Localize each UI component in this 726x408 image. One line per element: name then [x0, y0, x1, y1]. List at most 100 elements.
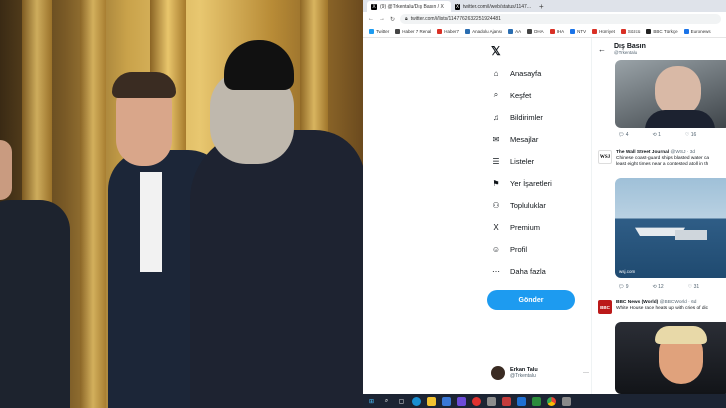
nav-item-anasayfa[interactable]: ⌂ Anasayfa: [491, 68, 542, 78]
account-switcher[interactable]: Erkan Talu @Trkentalu ···: [491, 366, 589, 380]
forward-icon[interactable]: →: [379, 16, 385, 22]
nav-item-daha-fazla[interactable]: ⋯ Daha fazla: [491, 266, 546, 276]
tweet-image[interactable]: wsj.com: [615, 178, 726, 278]
bookmark-icon: ⚑: [492, 178, 500, 188]
nav-item-label: Daha fazla: [510, 266, 546, 276]
nav-item-yer-i̇şaretleri[interactable]: ⚑ Yer İşaretleri: [491, 178, 552, 188]
tweet-image[interactable]: [615, 322, 726, 394]
app-icon[interactable]: [517, 396, 526, 406]
tweet-text: Chinese coast-guard ships blasted water …: [616, 156, 710, 167]
lock-icon: 🔒︎: [405, 16, 408, 22]
list-icon: ☰: [492, 156, 500, 166]
nav-item-label: Profil: [510, 244, 528, 254]
bookmark-item[interactable]: Haber7: [437, 29, 459, 34]
bookmark-item[interactable]: Twitter: [369, 29, 389, 34]
bookmark-favicon-icon: [549, 29, 555, 34]
new-tab-button[interactable]: +: [539, 2, 544, 11]
nav-item-mesajlar[interactable]: ✉ Mesajlar: [491, 134, 539, 144]
more-dots-icon[interactable]: ···: [583, 370, 589, 376]
bookmark-favicon-icon: [437, 29, 443, 34]
x-home-logo-icon[interactable]: 𝕏: [491, 44, 501, 58]
account-handle: @Trkentalu: [510, 373, 536, 379]
bookmark-item[interactable]: NTV: [570, 29, 586, 34]
start-icon[interactable]: ⊞: [367, 397, 376, 406]
retweet-button[interactable]: ⟲ 12: [653, 284, 664, 290]
wsj-avatar[interactable]: WSJ: [598, 150, 612, 164]
bookmark-item[interactable]: Haber 7 Renal: [395, 29, 431, 34]
browser-window: X (9) @Trkentalu/Dış Basın / X X twitter…: [363, 0, 726, 394]
store-icon[interactable]: [442, 396, 451, 406]
home-icon: ⌂: [493, 68, 499, 78]
like-button[interactable]: ♡ 31: [688, 284, 699, 290]
back-icon[interactable]: ←: [368, 16, 374, 22]
communities-icon: ⚇: [492, 200, 500, 210]
x-logo-icon: X: [371, 3, 377, 10]
tab-label: (9) @Trkentalu/Dış Basın / X: [380, 3, 444, 10]
bookmark-item[interactable]: Euronews: [683, 29, 711, 34]
nav-item-listeler[interactable]: ☰ Listeler: [491, 156, 534, 166]
reply-button[interactable]: 💬︎ 9: [618, 284, 629, 290]
bookmark-favicon-icon: [646, 29, 652, 34]
timeline-header: ← Dış Basın @Trkentalu: [592, 38, 726, 60]
search-icon: ⌕: [493, 90, 499, 99]
news-photo: [0, 0, 363, 408]
retweet-button[interactable]: ⟲ 1: [653, 132, 661, 138]
tweet[interactable]: BBC BBC News (World) @BBCWorld · 6d Whit…: [598, 300, 726, 320]
tab-x-list[interactable]: X (9) @Trkentalu/Dış Basın / X: [367, 1, 451, 12]
nav-item-topluluklar[interactable]: ⚇ Topluluklar: [491, 200, 546, 210]
nav-item-keşfet[interactable]: ⌕ Keşfet: [491, 90, 532, 100]
app-icon[interactable]: [532, 396, 541, 406]
opera-icon[interactable]: [472, 396, 481, 406]
tweet[interactable]: WSJ The Wall Street Journal @WSJ · 3d Ch…: [598, 150, 726, 176]
more-icon: ⋯: [492, 266, 500, 276]
url-field[interactable]: 🔒︎ twitter.com/i/lists/11477626322519244…: [400, 14, 721, 24]
bookmark-item[interactable]: Anadolu Ajansı: [465, 29, 502, 34]
app-icon[interactable]: [487, 396, 496, 406]
bookmark-favicon-icon: [570, 29, 576, 34]
bookmark-favicon-icon: [465, 29, 471, 34]
bookmark-favicon-icon: [683, 29, 689, 34]
task-view-icon[interactable]: ▢: [397, 397, 406, 406]
x-page: 𝕏 Gönder Erkan Talu @Trkentalu ··· ⌂ Anas…: [363, 38, 726, 394]
x-logo-icon: X: [455, 3, 460, 10]
bookmark-item[interactable]: AA: [508, 29, 521, 34]
app-icon[interactable]: [562, 396, 571, 406]
url-text: twitter.com/i/lists/1147762632251924481: [410, 16, 501, 22]
nav-item-profil[interactable]: ☺ Profil: [491, 244, 527, 254]
bookmark-item[interactable]: DHA: [527, 29, 544, 34]
nav-item-label: Mesajlar: [510, 134, 539, 144]
bell-icon: ♫: [493, 112, 499, 122]
tab-status[interactable]: X twitter.com/i/web/status/1147...: [451, 1, 535, 12]
chrome-icon[interactable]: [547, 396, 556, 406]
profile-icon: ☺: [491, 244, 501, 254]
list-title: Dış Basın: [614, 43, 646, 50]
list-owner-handle: @Trkentalu: [614, 50, 638, 55]
list-timeline: ← Dış Basın @Trkentalu 💬︎ 4 ⟲ 1 ♡ 16 WSJ…: [591, 38, 726, 394]
like-button[interactable]: ♡ 16: [685, 132, 696, 138]
bbc-avatar[interactable]: BBC: [598, 300, 612, 314]
bookmark-item[interactable]: Sözcü: [620, 29, 640, 34]
search-icon[interactable]: ⌕: [382, 397, 391, 406]
back-arrow-icon[interactable]: ←: [598, 45, 606, 54]
bookmark-item[interactable]: BBC Türkçe: [646, 29, 678, 34]
tweet-actions: 💬︎ 9 ⟲ 12 ♡ 31: [618, 284, 699, 290]
app-icon[interactable]: [457, 396, 466, 406]
app-icon[interactable]: [502, 396, 511, 406]
reply-button[interactable]: 💬︎ 4: [618, 132, 629, 138]
nav-item-premium[interactable]: X Premium: [491, 222, 540, 232]
nav-item-label: Topluluklar: [510, 200, 546, 210]
bookmark-favicon-icon: [527, 29, 533, 34]
x-premium-icon: X: [493, 222, 499, 232]
edge-icon[interactable]: [412, 396, 421, 406]
bookmark-item[interactable]: Hürriyet: [592, 29, 615, 34]
file-explorer-icon[interactable]: [427, 396, 436, 406]
post-button[interactable]: Gönder: [487, 290, 575, 310]
tweet-actions: 💬︎ 4 ⟲ 1 ♡ 16: [618, 132, 696, 138]
bookmarks-bar: Twitter Haber 7 Renal Haber7 Anadolu Ajansı…: [363, 26, 726, 38]
bookmark-item[interactable]: IHA: [549, 29, 564, 34]
nav-item-bildirimler[interactable]: ♫ Bildirimler: [491, 112, 543, 122]
tweet-image[interactable]: [615, 60, 726, 128]
reload-icon[interactable]: ↻: [390, 16, 395, 23]
nav-item-label: Yer İşaretleri: [510, 178, 552, 188]
tab-label: twitter.com/i/web/status/1147...: [463, 3, 531, 10]
